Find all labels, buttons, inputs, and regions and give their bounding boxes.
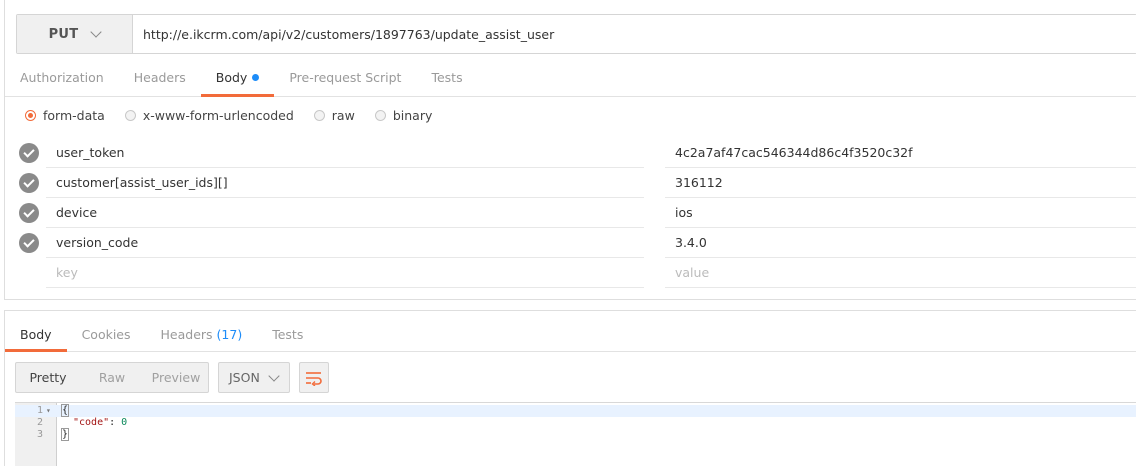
- view-raw-button[interactable]: Raw: [80, 363, 144, 392]
- new-key-input[interactable]: key: [46, 258, 644, 288]
- param-row: customer[assist_user_ids][] 316112: [19, 168, 1136, 198]
- open-brace: {: [61, 404, 70, 417]
- param-key[interactable]: version_code: [46, 228, 644, 258]
- tab-response-tests[interactable]: Tests: [257, 319, 318, 352]
- radio-binary[interactable]: binary: [374, 107, 433, 123]
- new-value-input[interactable]: value: [665, 258, 1136, 288]
- tab-label: Cookies: [81, 327, 131, 342]
- checkmark-icon[interactable]: [19, 233, 39, 253]
- line-number: 3: [36, 429, 43, 440]
- tab-label: Tests: [272, 327, 304, 342]
- format-select[interactable]: JSON: [218, 362, 290, 393]
- tab-label: Headers: [133, 70, 186, 85]
- radio-label: x-www-form-urlencoded: [142, 107, 294, 123]
- format-label: JSON: [229, 370, 260, 385]
- method-label: PUT: [48, 26, 79, 42]
- method-select[interactable]: PUT: [17, 15, 133, 53]
- checkmark-icon[interactable]: [19, 203, 39, 223]
- headers-count: (17): [216, 327, 243, 342]
- code-text: "code": 0: [73, 417, 127, 429]
- response-tabs: Body Cookies Headers (17) Tests: [5, 319, 1136, 352]
- tab-authorization[interactable]: Authorization: [5, 61, 119, 97]
- code-line: 2 "code": 0: [15, 417, 1136, 429]
- radio-checked-icon[interactable]: [25, 109, 36, 121]
- url-bar: PUT: [16, 14, 1136, 54]
- response-panel: Body Cookies Headers (17) Tests Pretty R…: [4, 310, 1136, 466]
- param-key[interactable]: device: [46, 198, 644, 228]
- url-input[interactable]: [133, 15, 1136, 53]
- tab-response-headers[interactable]: Headers (17): [146, 319, 258, 352]
- tab-tests[interactable]: Tests: [416, 61, 477, 97]
- tab-cookies[interactable]: Cookies: [67, 319, 146, 352]
- tab-label: Tests: [431, 70, 463, 85]
- param-key[interactable]: user_token: [46, 138, 644, 168]
- radio-raw[interactable]: raw: [313, 107, 355, 123]
- wrap-icon: [306, 371, 322, 386]
- code-line: 3 }: [15, 428, 1136, 441]
- param-key[interactable]: customer[assist_user_ids][]: [46, 168, 644, 198]
- param-row: device ios: [19, 198, 1136, 228]
- radio-icon[interactable]: [374, 109, 386, 121]
- request-panel: PUT Authorization Headers Body Pre-reque…: [4, 0, 1136, 300]
- tab-label: Body: [215, 70, 248, 85]
- radio-icon[interactable]: [313, 109, 325, 121]
- tab-label: Body: [20, 327, 52, 342]
- param-value[interactable]: 3.4.0: [665, 228, 1136, 258]
- line-number: 1: [36, 405, 43, 416]
- line-number: 2: [36, 417, 43, 428]
- code-text: }: [61, 428, 70, 441]
- wrap-lines-button[interactable]: [299, 362, 329, 393]
- param-row: version_code 3.4.0: [19, 228, 1136, 258]
- radio-icon[interactable]: [124, 109, 136, 121]
- json-key: "code": [73, 417, 110, 428]
- view-preview-button[interactable]: Preview: [144, 363, 208, 392]
- checkmark-icon[interactable]: [19, 173, 39, 193]
- json-value: 0: [121, 417, 128, 428]
- code-text: {: [61, 404, 70, 417]
- modified-dot-icon: [252, 74, 260, 81]
- tab-label: Authorization: [20, 70, 104, 85]
- code-line: 1 ▾ {: [15, 404, 1136, 417]
- view-mode-group: Pretty Raw Preview: [15, 362, 209, 393]
- param-value[interactable]: 4c2a7af47cac546344d86c4f3520c32f: [665, 138, 1136, 168]
- tab-headers[interactable]: Headers: [119, 61, 201, 97]
- tab-pre-request-script[interactable]: Pre-request Script: [274, 61, 416, 97]
- radio-form-data[interactable]: form-data: [25, 108, 105, 123]
- radio-x-www-form-urlencoded[interactable]: x-www-form-urlencoded: [124, 107, 294, 123]
- param-value[interactable]: 316112: [665, 168, 1136, 198]
- fold-arrow-icon[interactable]: ▾: [46, 405, 51, 417]
- tab-label: Headers: [160, 327, 213, 342]
- chevron-down-icon: [90, 26, 103, 38]
- radio-label: raw: [331, 107, 355, 123]
- param-row-new: key value: [19, 258, 1136, 288]
- param-row: user_token 4c2a7af47cac546344d86c4f3520c…: [19, 138, 1136, 168]
- radio-label: binary: [392, 107, 433, 123]
- tab-label: Pre-request Script: [289, 70, 402, 85]
- param-value[interactable]: ios: [665, 198, 1136, 228]
- chevron-down-icon: [268, 369, 280, 382]
- checkmark-icon[interactable]: [19, 143, 39, 163]
- response-code-viewer[interactable]: 1 ▾ { 2 "code": 0 3 }: [15, 402, 1136, 466]
- tab-body[interactable]: Body: [200, 61, 275, 97]
- request-tabs: Authorization Headers Body Pre-request S…: [5, 61, 1136, 97]
- radio-label: form-data: [43, 107, 105, 123]
- close-brace: }: [61, 428, 70, 441]
- view-pretty-button[interactable]: Pretty: [16, 363, 80, 392]
- params-table: user_token 4c2a7af47cac546344d86c4f3520c…: [19, 138, 1136, 288]
- body-type-options: form-data x-www-form-urlencoded raw bina…: [25, 106, 452, 124]
- json-sep: :: [109, 417, 122, 428]
- tab-response-body[interactable]: Body: [5, 319, 67, 352]
